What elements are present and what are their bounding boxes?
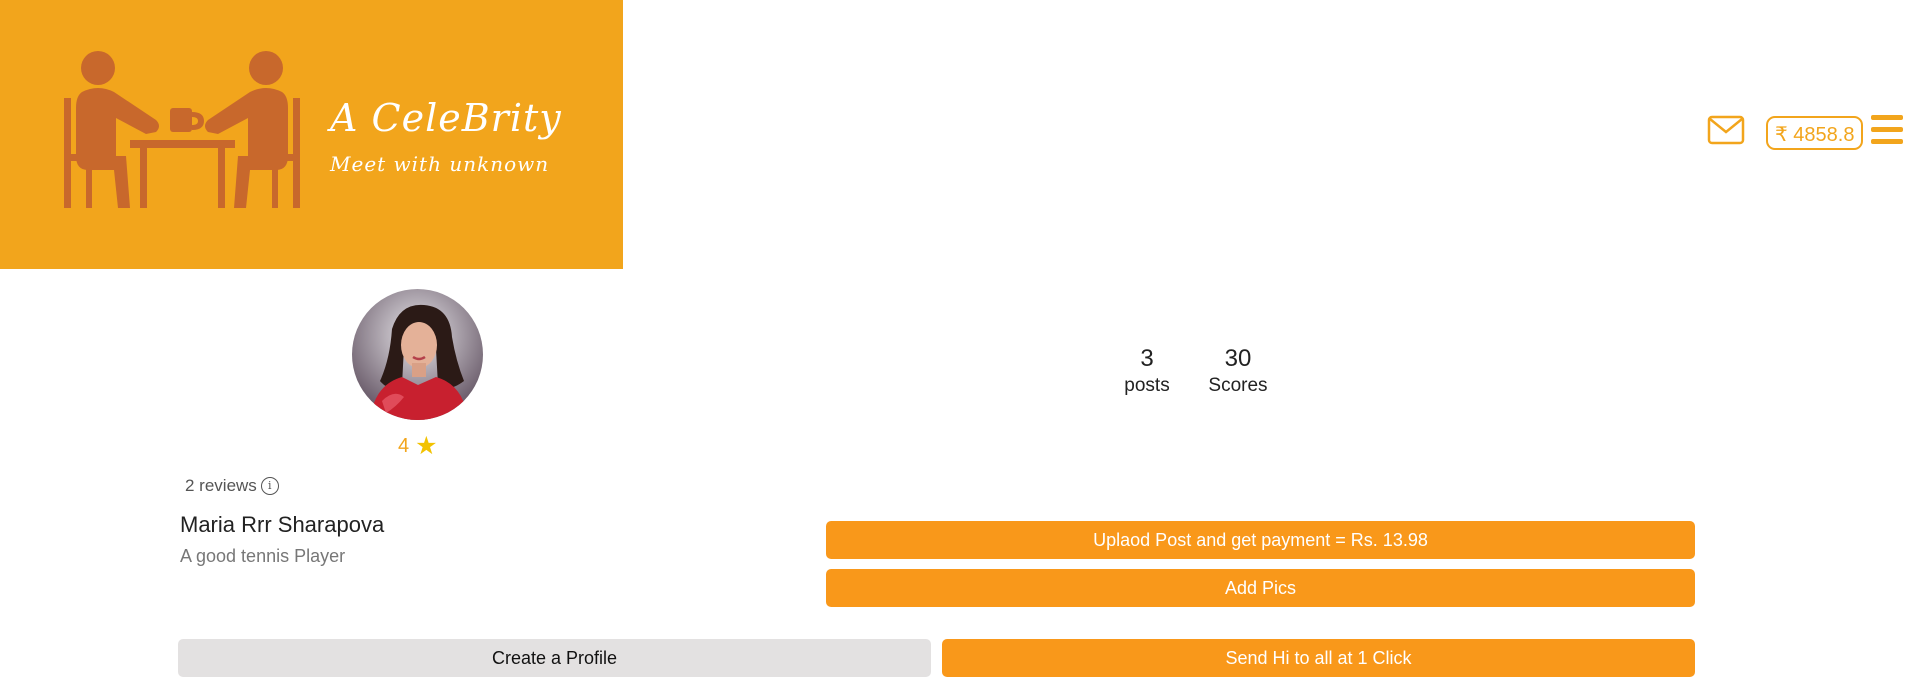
meeting-people-logo-icon xyxy=(64,51,300,208)
wallet-balance-button[interactable]: ₹ 4858.8 xyxy=(1766,116,1864,150)
brand-tagline: Meet with unknown xyxy=(330,152,550,176)
create-profile-button[interactable]: Create a Profile xyxy=(178,639,931,677)
stat-posts[interactable]: 3 posts xyxy=(1122,345,1172,397)
upload-post-button[interactable]: Uplaod Post and get payment = Rs. 13.98 xyxy=(826,521,1695,559)
brand-banner[interactable]: A CeleBrity Meet with unknown xyxy=(0,0,623,269)
scores-count: 30 xyxy=(1224,345,1252,372)
envelope-icon xyxy=(1707,115,1745,145)
posts-label: posts xyxy=(1124,375,1170,396)
scores-label: Scores xyxy=(1208,375,1268,396)
profile-name: Maria Rrr Sharapova xyxy=(180,512,385,537)
menu-bar xyxy=(1871,127,1903,132)
reviews-count: 2 reviews xyxy=(185,476,257,495)
messages-button[interactable] xyxy=(1707,113,1745,147)
hamburger-menu-button[interactable] xyxy=(1871,115,1903,145)
profile-page: A CeleBrity Meet with unknown ₹ 4858.8 4… xyxy=(0,0,1920,700)
send-hi-button[interactable]: Send Hi to all at 1 Click xyxy=(942,639,1695,677)
info-icon[interactable]: i xyxy=(260,477,279,495)
brand-title: A CeleBrity xyxy=(330,96,562,140)
rating: 4 ★ xyxy=(398,434,438,459)
avatar-image xyxy=(352,289,483,420)
stat-scores[interactable]: 30 Scores xyxy=(1206,345,1270,397)
add-pics-button[interactable]: Add Pics xyxy=(826,569,1695,607)
profile-avatar[interactable] xyxy=(352,289,483,420)
rating-value: 4 xyxy=(398,435,410,457)
menu-bar xyxy=(1871,115,1903,120)
posts-count: 3 xyxy=(1140,345,1154,372)
star-icon: ★ xyxy=(415,432,438,460)
profile-bio: A good tennis Player xyxy=(180,546,346,566)
menu-bar xyxy=(1871,139,1903,144)
reviews: 2 reviews i xyxy=(185,476,279,496)
